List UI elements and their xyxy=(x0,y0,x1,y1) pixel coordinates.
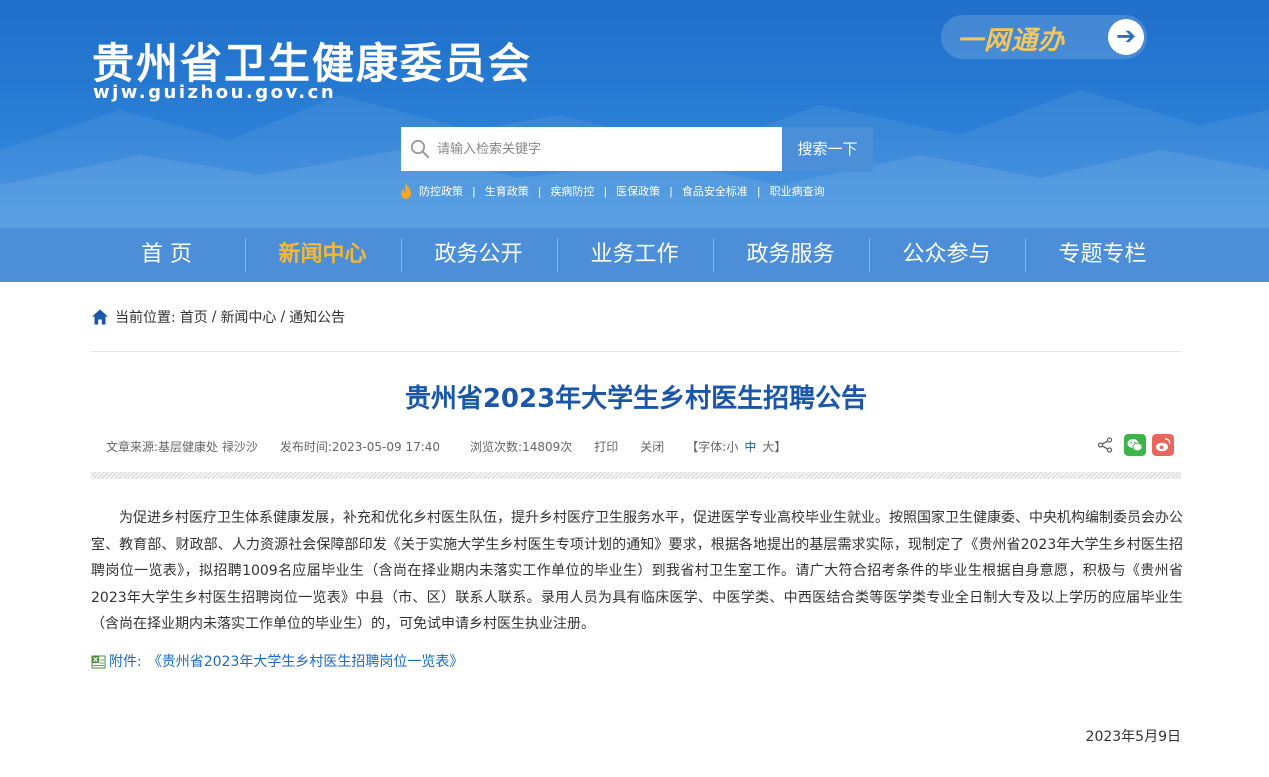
font-size-suffix: 】 xyxy=(774,439,787,454)
hot-link-food-safety[interactable]: 食品安全标准 xyxy=(682,183,748,199)
breadcrumb-news-center[interactable]: 新闻中心 xyxy=(220,307,276,327)
weibo-icon[interactable] xyxy=(1152,434,1174,456)
hot-link-prevention-policy[interactable]: 防控政策 xyxy=(419,183,463,199)
nav-item-home[interactable]: 首 页 xyxy=(89,228,245,282)
yiwang-tongban-button[interactable]: 一网通办 ➔ xyxy=(941,15,1147,59)
hot-separator: | xyxy=(756,184,761,198)
hatched-divider xyxy=(91,472,1181,479)
site-domain: wjw.guizhou.gov.cn xyxy=(93,82,337,103)
article-publish-time: 发布时间:2023-05-09 17:40 xyxy=(279,439,441,454)
nav-item-news-center[interactable]: 新闻中心 xyxy=(244,228,401,282)
search-icon xyxy=(410,139,429,158)
breadcrumb: 当前位置: 首页 / 新闻中心 / 通知公告 xyxy=(91,306,345,328)
breadcrumb-separator: / xyxy=(211,309,217,325)
yiwang-tongban-label: 一网通办 xyxy=(957,26,1066,56)
font-size-prefix: 【字体: xyxy=(686,439,727,454)
article-body: 为促进乡村医疗卫生体系健康发展，补充和优化乡村医生队伍，提升乡村医疗卫生服务水平… xyxy=(91,510,1183,632)
hot-separator: | xyxy=(537,184,542,198)
article-title: 贵州省2023年大学生乡村医生招聘公告 xyxy=(404,384,868,414)
article-meta: 文章来源:基层健康处 禄沙沙 发布时间:2023-05-09 17:40 浏览次… xyxy=(106,436,786,456)
nav-item-government-services[interactable]: 政务服务 xyxy=(712,228,869,282)
hot-link-medical-insurance[interactable]: 医保政策 xyxy=(616,183,660,199)
breadcrumb-notices[interactable]: 通知公告 xyxy=(289,307,345,327)
attachment-link[interactable]: 《贵州省2023年大学生乡村医生招聘岗位一览表》 xyxy=(148,651,464,671)
nav-item-public-participation[interactable]: 公众参与 xyxy=(868,228,1025,282)
font-size-large[interactable]: 大 xyxy=(762,438,774,455)
hot-separator: | xyxy=(669,184,673,198)
fire-icon xyxy=(401,183,411,199)
print-link[interactable]: 打印 xyxy=(594,438,618,455)
font-size-medium[interactable]: 中 xyxy=(744,438,756,455)
search-box xyxy=(401,127,782,171)
close-link[interactable]: 关闭 xyxy=(640,438,664,455)
hot-keywords: 防控政策 | 生育政策 | 疾病防控 | 医保政策 | 食品安全标准 | 职业病… xyxy=(399,181,825,201)
attachment-label: 附件: xyxy=(109,654,142,670)
main-nav: 首 页 新闻中心 政务公开 业务工作 政务服务 公众参与 专题专栏 xyxy=(0,228,1269,282)
wechat-icon[interactable] xyxy=(1124,434,1146,456)
hot-separator: | xyxy=(603,184,608,198)
share-icon[interactable] xyxy=(1097,437,1113,453)
font-size-small[interactable]: 小 xyxy=(726,438,738,455)
breadcrumb-prefix: 当前位置: xyxy=(115,310,176,326)
excel-file-icon xyxy=(91,655,106,669)
arrow-right-icon: ➔ xyxy=(1108,19,1144,55)
hot-separator: | xyxy=(472,184,476,198)
article-date: 2023年5月9日 xyxy=(1085,729,1181,745)
breadcrumb-home[interactable]: 首页 xyxy=(180,307,208,327)
breadcrumb-separator: / xyxy=(280,309,286,325)
search-button[interactable]: 搜索一下 xyxy=(782,127,873,171)
article-source: 文章来源:基层健康处 禄沙沙 xyxy=(106,439,258,454)
search-input[interactable] xyxy=(437,127,777,171)
hot-link-birth-policy[interactable]: 生育政策 xyxy=(485,183,529,199)
share-bar xyxy=(1097,433,1174,457)
nav-item-special-topics[interactable]: 专题专栏 xyxy=(1024,228,1181,282)
divider xyxy=(91,351,1181,352)
article-view-count: 浏览次数:14809次 xyxy=(470,439,573,454)
home-icon xyxy=(92,309,108,325)
nav-item-government-affairs[interactable]: 政务公开 xyxy=(400,228,557,282)
nav-item-business-work[interactable]: 业务工作 xyxy=(556,228,713,282)
hot-link-disease-control[interactable]: 疾病防控 xyxy=(550,183,594,199)
attachment: 附件: 《贵州省2023年大学生乡村医生招聘岗位一览表》 xyxy=(91,651,463,671)
hot-link-occupational-disease[interactable]: 职业病查询 xyxy=(770,183,825,199)
